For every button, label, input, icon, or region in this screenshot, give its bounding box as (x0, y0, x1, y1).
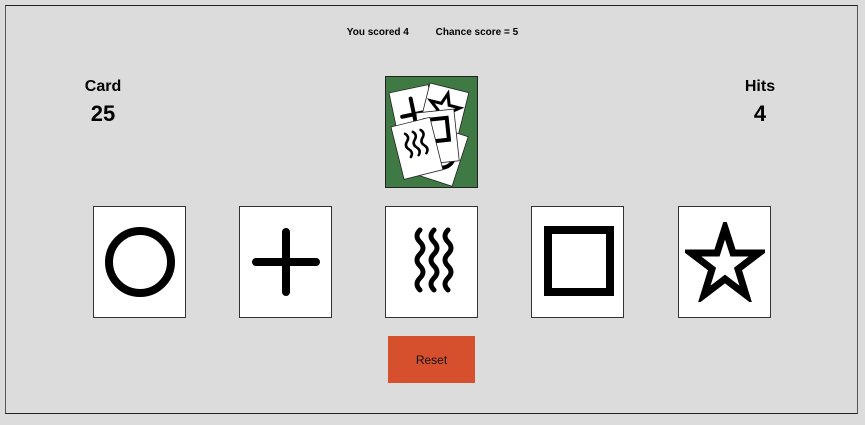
choice-card-cross[interactable] (239, 206, 332, 318)
star-icon (684, 222, 765, 302)
choice-card-square[interactable] (531, 206, 624, 318)
circle-icon (104, 227, 175, 297)
hits-counter-value: 4 (753, 101, 767, 126)
waves-icon (414, 227, 453, 293)
hits-counter-label: Hits (744, 78, 776, 95)
chance-score-text: Chance score = 5 (435, 27, 519, 38)
hits-counter: Hits 4 (720, 78, 800, 127)
zener-card-deck-icon (388, 82, 470, 187)
reset-button[interactable]: Reset (388, 336, 475, 383)
you-scored-text: You scored 4 (346, 27, 409, 38)
choice-card-star[interactable] (678, 206, 771, 318)
choice-card-circle[interactable] (93, 206, 186, 318)
square-icon (543, 226, 614, 296)
cross-icon (251, 228, 320, 296)
card-counter-value: 25 (90, 101, 116, 126)
score-summary: You scored 4 Chance score = 5 (0, 27, 865, 38)
choice-card-waves[interactable] (385, 206, 478, 318)
card-counter-label: Card (84, 78, 122, 95)
card-deck (385, 76, 478, 188)
card-counter: Card 25 (63, 78, 143, 127)
